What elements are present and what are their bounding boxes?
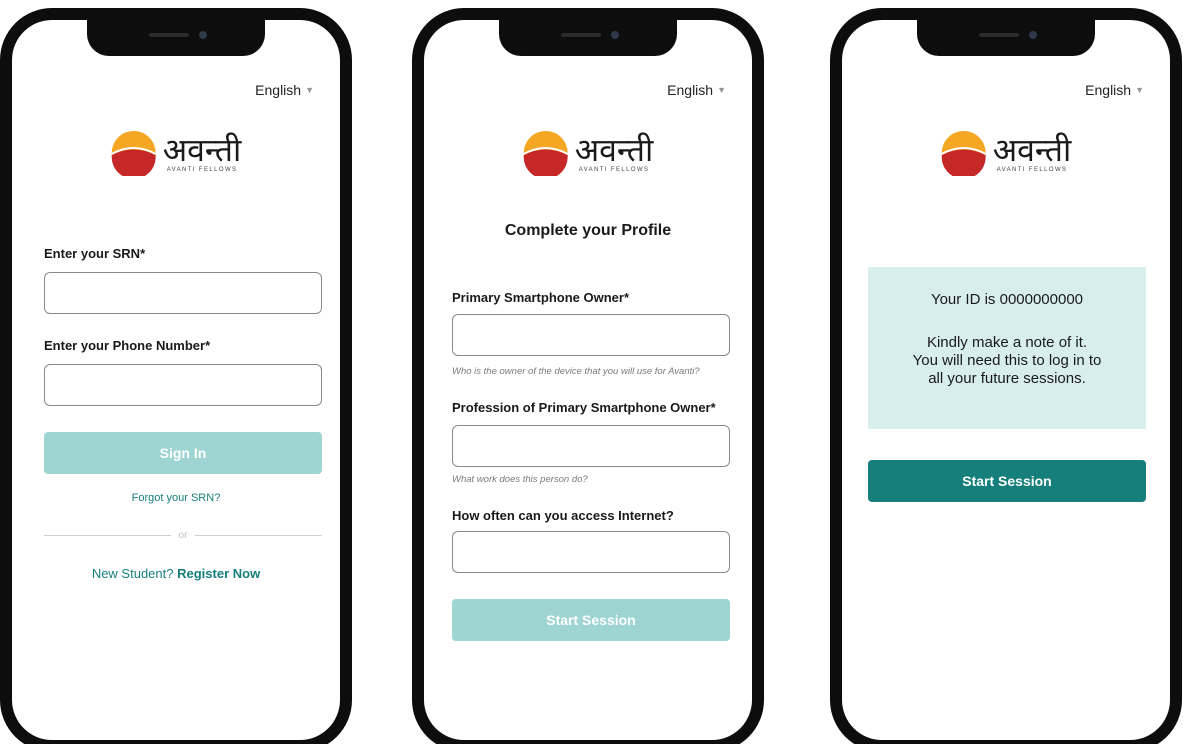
language-selector[interactable]: English ▼ [667, 82, 726, 98]
profile-screen: English ▼ अवन्ती AVANTI FELLOWS Complete… [424, 20, 752, 740]
language-selector[interactable]: English ▼ [255, 82, 314, 98]
page-title: Complete your Profile [504, 222, 672, 239]
avanti-logo: अवन्ती AVANTI FELLOWS [111, 130, 242, 176]
note-line-3: all your future sessions. [928, 370, 1086, 387]
forgot-srn-link[interactable]: Forgot your SRN? [12, 492, 340, 504]
sunrise-logo-icon [523, 131, 569, 176]
notch [499, 20, 677, 56]
owner-hint: Who is the owner of the device that you … [452, 366, 700, 377]
brand-hindi: अवन्ती [574, 131, 654, 169]
brand-english: AVANTI FELLOWS [166, 167, 238, 173]
note-line-1: Kindly make a note of it. [926, 334, 1088, 351]
srn-input[interactable] [44, 272, 322, 314]
phone-signin: English ▼ अवन्ती AVANTI FELLOWS Enter yo… [0, 8, 352, 744]
phone-label: Enter your Phone Number* [44, 338, 211, 353]
brand-hindi: अवन्ती [162, 131, 242, 169]
notch [917, 20, 1095, 56]
internet-label: How often can you access Internet? [452, 508, 674, 523]
language-label: English [667, 82, 714, 98]
chevron-down-icon: ▼ [1135, 85, 1144, 95]
signin-screen: English ▼ अवन्ती AVANTI FELLOWS Enter yo… [12, 20, 340, 740]
avanti-logo: अवन्ती AVANTI FELLOWS [523, 130, 654, 176]
id-info-box: Your ID is 0000000000 Kindly make a note… [868, 267, 1146, 429]
avanti-logo: अवन्ती AVANTI FELLOWS [941, 130, 1072, 176]
chevron-down-icon: ▼ [305, 85, 314, 95]
srn-label: Enter your SRN* [44, 246, 146, 261]
profession-hint: What work does this person do? [452, 474, 588, 485]
owner-label: Primary Smartphone Owner* [452, 290, 629, 305]
language-label: English [1085, 82, 1132, 98]
brand-english: AVANTI FELLOWS [996, 167, 1068, 173]
phone-profile: English ▼ अवन्ती AVANTI FELLOWS Complete… [412, 8, 764, 744]
sunrise-logo-icon [111, 131, 157, 176]
or-text: or [178, 529, 188, 541]
confirm-screen: English ▼ अवन्ती AVANTI FELLOWS Your ID … [842, 20, 1170, 740]
new-student-text: New Student? [91, 566, 174, 581]
id-text: Your ID is 0000000000 [930, 291, 1084, 308]
profession-input[interactable] [452, 425, 730, 467]
sunrise-logo-icon [941, 131, 987, 176]
internet-input[interactable] [452, 531, 730, 573]
register-now-link[interactable]: Register Now [177, 566, 260, 581]
register-prompt: New Student? Register Now [12, 566, 340, 581]
phone-confirm: English ▼ अवन्ती AVANTI FELLOWS Your ID … [830, 8, 1182, 744]
or-divider: or [44, 528, 322, 542]
language-label: English [255, 82, 302, 98]
phone-input[interactable] [44, 364, 322, 406]
sign-in-button[interactable]: Sign In [44, 432, 322, 474]
brand-hindi: अवन्ती [992, 131, 1072, 169]
notch [87, 20, 265, 56]
chevron-down-icon: ▼ [717, 85, 726, 95]
brand-english: AVANTI FELLOWS [578, 167, 650, 173]
note-line-2: You will need this to log in to [912, 352, 1102, 369]
profession-label: Profession of Primary Smartphone Owner* [452, 400, 716, 415]
owner-input[interactable] [452, 314, 730, 356]
language-selector[interactable]: English ▼ [1085, 82, 1144, 98]
id-note: Kindly make a note of it. You will need … [913, 334, 1102, 388]
start-session-button[interactable]: Start Session [868, 460, 1146, 502]
start-session-button[interactable]: Start Session [452, 599, 730, 641]
